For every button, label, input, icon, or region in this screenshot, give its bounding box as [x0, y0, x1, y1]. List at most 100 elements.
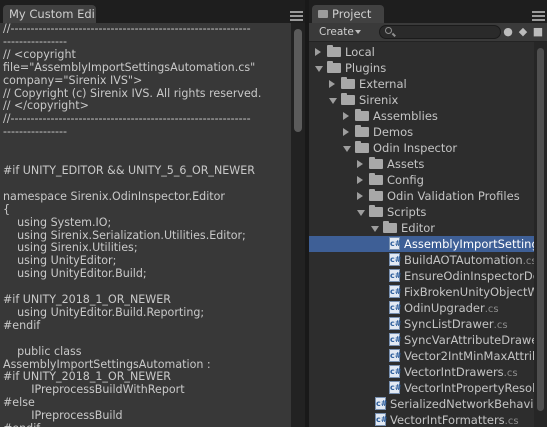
tree-item-label: Local	[345, 45, 375, 59]
folder-icon	[327, 61, 341, 73]
script-name: SyncVarAttributeDrawer	[404, 333, 534, 347]
tree-item-label: Odin Inspector	[373, 141, 458, 155]
tree-script-item[interactable]: c#SerializedNetworkBehaviour.cs	[309, 396, 534, 412]
lock-icon[interactable]: ■	[531, 25, 545, 39]
code-vertical-scrollbar[interactable]	[291, 23, 305, 427]
tree-item-label: Editor	[401, 221, 436, 235]
tree-folder-item[interactable]: Local	[309, 44, 534, 60]
tree-folder-item[interactable]: Scripts	[309, 204, 534, 220]
code-text-area[interactable]: //--------------------------------------…	[0, 23, 291, 427]
folder-icon	[369, 157, 383, 169]
search-input[interactable]	[379, 25, 501, 39]
folder-icon	[369, 189, 383, 201]
script-name: EnsureOdinInspectorDefine	[404, 269, 534, 283]
code-line: namespace Sirenix.OdinInspector.Editor	[3, 189, 225, 203]
tree-script-item[interactable]: c#FixBrokenUnityObjectWrapperDrawer.cs	[309, 284, 534, 300]
tree-script-item[interactable]: c# VectorIntDrawers.cs	[309, 364, 534, 380]
search-icon	[385, 27, 392, 34]
folder-icon	[327, 45, 341, 57]
tree-folder-item[interactable]: Odin Inspector	[309, 140, 534, 156]
expand-arrow-right-icon[interactable]	[357, 176, 363, 184]
expand-arrow-down-icon[interactable]	[371, 226, 379, 232]
tab-project[interactable]: Project	[312, 5, 384, 23]
tree-folder-item[interactable]: Demos	[309, 124, 534, 140]
tree-item-label: Plugins	[345, 61, 387, 75]
expand-arrow-right-icon[interactable]	[343, 112, 349, 120]
tab-my-custom-editor[interactable]: My Custom Edi	[3, 5, 96, 23]
folder-icon	[369, 205, 383, 217]
cs-script-icon: c#	[389, 333, 402, 346]
expand-arrow-down-icon[interactable]	[329, 98, 337, 104]
script-name: SyncListDrawer	[404, 317, 494, 331]
expand-arrow-right-icon[interactable]	[357, 160, 363, 168]
project-vertical-scrollbar[interactable]	[534, 42, 547, 427]
tree-folder-item[interactable]: Editor	[309, 220, 534, 236]
expand-arrow-right-icon[interactable]	[329, 80, 335, 88]
tree-item-label: Sirenix	[359, 93, 399, 107]
tree-folder-item[interactable]: Assets	[309, 156, 534, 172]
left-tab-bar: My Custom Edi	[0, 0, 305, 23]
cs-script-icon: c#	[389, 301, 402, 314]
folder-icon	[355, 141, 369, 153]
script-name: VectorIntDrawers	[404, 365, 504, 379]
tree-script-item[interactable]: c# VectorIntFormatters.cs	[309, 412, 534, 427]
code-line: ----------------	[3, 34, 68, 48]
code-line: file="AssemblyImportSettingsAutomation.c…	[3, 60, 256, 74]
folder-icon	[383, 221, 397, 233]
expand-arrow-down-icon[interactable]	[357, 210, 365, 216]
cs-script-icon: c#	[389, 253, 402, 266]
expand-arrow-right-icon[interactable]	[343, 128, 349, 136]
label-tag-icon[interactable]: ◆	[516, 25, 530, 39]
tree-folder-item[interactable]: Odin Validation Profiles	[309, 188, 534, 204]
script-extension: .cs	[493, 320, 508, 331]
expand-arrow-right-icon[interactable]	[357, 192, 363, 200]
script-name: OdinUpgrader	[404, 301, 485, 315]
code-line: ----------------	[3, 125, 68, 139]
tree-script-item[interactable]: c#AssemblyImportSettingsAutomation.cs	[309, 236, 534, 252]
cs-script-icon: c#	[389, 381, 402, 394]
tree-script-item[interactable]: c#Vector2IntMinMaxAttributeDrawer.cs	[309, 348, 534, 364]
cs-script-icon: c#	[375, 397, 388, 410]
code-line: {	[3, 202, 11, 216]
code-line: // <copyright	[3, 47, 76, 61]
tree-folder-item[interactable]: External	[309, 76, 534, 92]
tree-item-label: Assemblies	[373, 109, 438, 123]
script-extension: .cs	[503, 368, 518, 379]
tree-item-label: VectorIntFormatters.cs	[390, 412, 519, 427]
code-line: company="Sirenix IVS">	[3, 73, 143, 87]
cs-script-icon: c#	[389, 349, 402, 362]
tree-script-item[interactable]: c#EnsureOdinInspectorDefine.cs	[309, 268, 534, 284]
tree-folder-item[interactable]: Assemblies	[309, 108, 534, 124]
expand-arrow-right-icon[interactable]	[315, 48, 321, 56]
tree-item-label: Config	[387, 173, 424, 187]
tree-script-item[interactable]: c# OdinUpgrader.cs	[309, 300, 534, 316]
tree-script-item[interactable]: c#SyncVarAttributeDrawer.cs	[309, 332, 534, 348]
folder-icon	[369, 173, 383, 185]
favorites-icon[interactable]: ●	[501, 25, 515, 39]
create-dropdown-button[interactable]: Create	[315, 25, 367, 39]
tree-folder-item[interactable]: Sirenix	[309, 92, 534, 108]
folder-icon	[341, 93, 355, 105]
tree-folder-item[interactable]: Config	[309, 172, 534, 188]
expand-arrow-down-icon[interactable]	[343, 146, 351, 152]
cs-script-icon: c#	[389, 285, 402, 298]
tree-script-item[interactable]: c# BuildAOTAutomation.cs	[309, 252, 534, 268]
custom-editor-panel: My Custom Edi //------------------------…	[0, 0, 305, 427]
script-name: VectorIntFormatters	[390, 413, 505, 427]
cs-script-icon: c#	[375, 413, 388, 426]
project-scrollbar-thumb[interactable]	[537, 48, 544, 411]
code-line: IPreprocessBuild	[3, 409, 123, 423]
code-line: using System.IO;	[3, 215, 112, 229]
expand-arrow-down-icon[interactable]	[315, 66, 323, 72]
panel-menu-icon[interactable]	[532, 10, 545, 21]
code-scrollbar-thumb[interactable]	[294, 29, 302, 132]
chevron-down-icon	[355, 30, 361, 34]
tree-folder-item[interactable]: Plugins	[309, 60, 534, 76]
tree-script-item[interactable]: c# SyncListDrawer.cs	[309, 316, 534, 332]
panel-menu-icon[interactable]	[290, 10, 303, 21]
tree-script-item[interactable]: c#VectorIntPropertyResolvers.cs	[309, 380, 534, 396]
code-line: IPreprocessBuildWithReport	[3, 383, 185, 397]
cs-script-icon: c#	[389, 365, 402, 378]
